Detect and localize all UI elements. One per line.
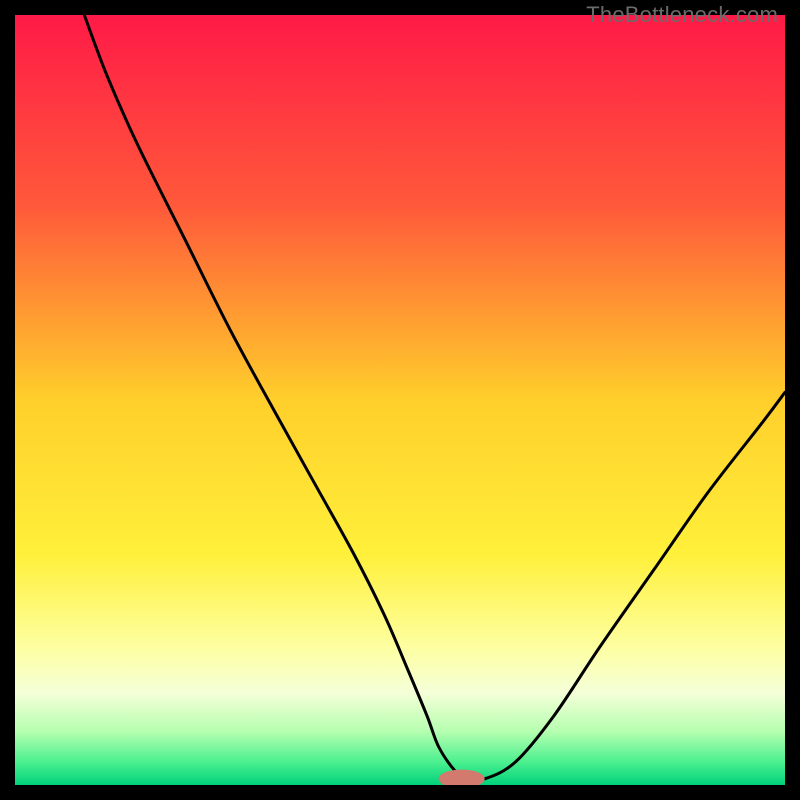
bottleneck-plot (15, 15, 785, 785)
chart-frame (15, 15, 785, 785)
watermark-text: TheBottleneck.com (586, 2, 778, 28)
